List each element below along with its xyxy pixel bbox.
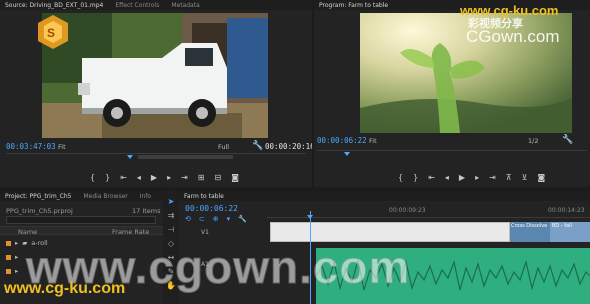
timeline-ruler[interactable]: 00:00:09:23 00:00:14:23 — [267, 206, 590, 218]
program-play-icon[interactable]: ▶ — [459, 173, 465, 182]
project-item-count: 17 Items — [132, 207, 161, 215]
ripple-edit-tool-icon[interactable]: ⊣ — [166, 225, 176, 235]
project-tab-bar: Project: PPG_trim_Ch5 Media Browser Info — [0, 191, 163, 201]
timeline-tab-bar: Farm to table — [179, 191, 590, 201]
video-clip[interactable] — [270, 222, 510, 242]
program-step-forward-icon[interactable]: ▸ — [475, 173, 479, 182]
bin-color-swatch — [6, 240, 11, 246]
source-in-out-range — [138, 155, 233, 159]
source-transport-controls: { } ⇤ ◂ ▶ ▸ ⇥ ⊞ ⊟ ◙ — [90, 173, 239, 182]
program-go-to-in-icon[interactable]: ⇤ — [428, 173, 435, 182]
tab-media-browser[interactable]: Media Browser — [83, 193, 127, 200]
program-mark-in-icon[interactable]: { — [398, 173, 403, 182]
linked-selection-icon[interactable]: ⊕ — [213, 215, 219, 223]
track-select-tool-icon[interactable]: ⇉ — [166, 211, 176, 221]
tab-effect-controls[interactable]: Effect Controls — [115, 2, 159, 9]
add-marker-icon[interactable]: ▾ — [227, 215, 231, 223]
camera-icon[interactable]: ◙ — [231, 173, 239, 182]
program-transport-controls: { } ⇤ ◂ ▶ ▸ ⇥ ⊼ ⊻ ◙ — [398, 173, 545, 182]
program-monitor-panel: Program: Farm to table 彩视频分享 CGown.com w… — [314, 0, 590, 187]
disclosure-triangle-icon[interactable]: ▸ — [15, 267, 18, 275]
program-zoom-select[interactable]: Fit — [369, 137, 377, 145]
nest-icon[interactable]: ⟲ — [185, 215, 191, 223]
snap-icon[interactable]: ⊂ — [199, 215, 205, 223]
wrench-icon[interactable]: 🔧 — [252, 141, 263, 151]
program-resolution-select[interactable]: 1/2 — [528, 137, 538, 145]
transition-clip[interactable]: Cross Dissolve — [510, 222, 550, 242]
tab-metadata[interactable]: Metadata — [171, 2, 199, 9]
thumbnail-clip[interactable]: BD - fall — [550, 222, 590, 242]
step-forward-icon[interactable]: ▸ — [167, 173, 171, 182]
timeline-toolbar: ⟲ ⊂ ⊕ ▾ 🔧 — [185, 215, 247, 223]
project-file-name: PPG_trim_Ch5.prproj — [6, 207, 73, 215]
program-time-ruler[interactable] — [317, 150, 587, 156]
program-step-back-icon[interactable]: ◂ — [445, 173, 449, 182]
source-duration: 00:00:20:16 — [265, 142, 312, 151]
ruler-label: 00:00:14:23 — [548, 207, 585, 214]
tab-project[interactable]: Project: PPG_trim_Ch5 — [5, 193, 71, 200]
tab-sequence[interactable]: Farm to table — [184, 193, 224, 200]
source-tab-bar: Source: Driving_BD_EXT_01.mp4 Effect Con… — [0, 0, 312, 10]
program-video-frame[interactable]: 彩视频分享 CGown.com — [360, 13, 572, 133]
disclosure-triangle-icon[interactable]: ▸ — [15, 253, 18, 261]
bin-row[interactable]: ▸ — [6, 267, 18, 275]
project-search-input[interactable] — [6, 216, 156, 224]
timeline-settings-icon[interactable]: 🔧 — [238, 215, 247, 223]
disclosure-triangle-icon[interactable]: ▸ — [15, 239, 18, 247]
source-monitor-panel: Source: Driving_BD_EXT_01.mp4 Effect Con… — [0, 0, 312, 187]
source-resolution-select[interactable]: Full — [218, 143, 229, 151]
program-mark-out-icon[interactable]: } — [413, 173, 418, 182]
watermark-logo-icon: S — [38, 15, 68, 49]
tab-info[interactable]: Info — [140, 193, 151, 200]
program-go-to-out-icon[interactable]: ⇥ — [489, 173, 496, 182]
program-wrench-icon[interactable]: 🔧 — [562, 135, 573, 145]
timeline-timecode[interactable]: 00:00:06:22 — [185, 204, 238, 213]
overwrite-icon[interactable]: ⊟ — [214, 173, 221, 182]
column-frame-rate[interactable]: Frame Rate — [112, 228, 149, 236]
track-label-v1[interactable]: V1 — [201, 229, 209, 236]
watermark-brand-text: CGown.com — [466, 27, 560, 46]
svg-text:S: S — [47, 26, 55, 40]
mark-in-icon[interactable]: { — [90, 173, 95, 182]
tab-source[interactable]: Source: Driving_BD_EXT_01.mp4 — [5, 2, 103, 9]
insert-icon[interactable]: ⊞ — [198, 173, 205, 182]
bin-color-swatch — [6, 254, 11, 260]
source-video-frame[interactable] — [42, 13, 268, 138]
truck-scene-image — [42, 13, 268, 138]
bin-color-swatch — [6, 268, 11, 274]
column-name[interactable]: Name — [18, 228, 37, 236]
go-to-out-icon[interactable]: ⇥ — [181, 173, 188, 182]
watermark-url-small: www.cg-ku.com — [460, 3, 559, 18]
ruler-label: 00:00:09:23 — [389, 207, 426, 214]
selection-tool-icon[interactable]: ➤ — [166, 197, 176, 207]
go-to-in-icon[interactable]: ⇤ — [120, 173, 127, 182]
source-playhead[interactable] — [127, 155, 133, 159]
step-back-icon[interactable]: ◂ — [137, 173, 141, 182]
source-timecode[interactable]: 00:03:47:03 — [6, 142, 56, 151]
program-camera-icon[interactable]: ◙ — [538, 173, 546, 182]
clip-label: BD - fall — [552, 223, 572, 229]
play-icon[interactable]: ▶ — [151, 173, 157, 182]
bin-row[interactable]: ▸ — [6, 253, 18, 261]
lift-icon[interactable]: ⊼ — [506, 173, 512, 182]
source-zoom-select[interactable]: Fit — [58, 143, 66, 151]
project-column-header: Name Frame Rate — [0, 226, 163, 236]
transition-label: Cross Dissolve — [511, 223, 548, 229]
extract-icon[interactable]: ⊻ — [522, 173, 528, 182]
program-playhead[interactable] — [344, 152, 350, 156]
tab-program[interactable]: Program: Farm to table — [319, 2, 388, 9]
program-timecode[interactable]: 00:00:06:22 — [317, 136, 367, 145]
mark-out-icon[interactable]: } — [105, 173, 110, 182]
watermark-url-bottom: www.cg-ku.com — [4, 280, 126, 297]
